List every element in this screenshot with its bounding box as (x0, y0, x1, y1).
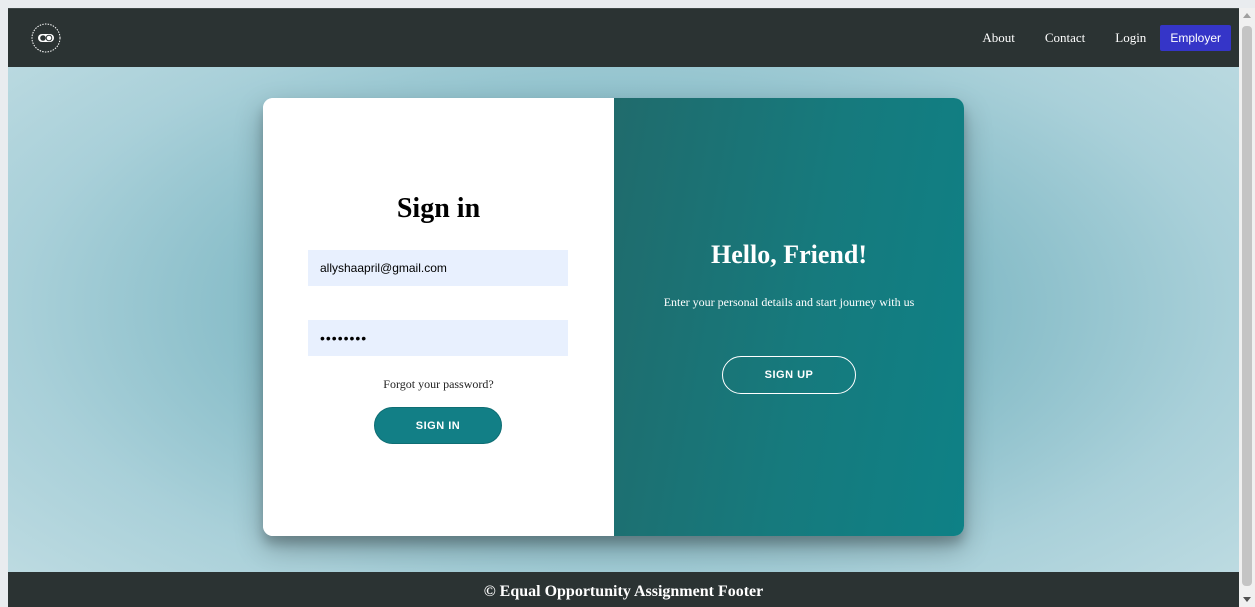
scroll-up-icon[interactable] (1243, 13, 1251, 18)
email-input[interactable] (308, 250, 568, 286)
forgot-password-link[interactable]: Forgot your password? (263, 377, 614, 392)
password-input[interactable] (308, 320, 568, 356)
sign-in-button[interactable]: SIGN IN (374, 407, 502, 444)
scroll-down-icon[interactable] (1243, 597, 1251, 602)
sign-in-title: Sign in (396, 193, 481, 224)
nav-links: About Contact Login Employer (952, 25, 1231, 51)
auth-card: Sign in Forgot your password? SIGN IN He… (263, 98, 964, 536)
sign-up-button[interactable]: SIGN UP (722, 356, 856, 394)
nav-link-about[interactable]: About (982, 30, 1015, 46)
navbar: About Contact Login Employer (8, 8, 1239, 67)
equal-opportunity-logo-icon[interactable] (30, 22, 62, 54)
welcome-title: Hello, Friend! (711, 240, 867, 269)
nav-link-contact[interactable]: Contact (1045, 30, 1085, 46)
vertical-scrollbar[interactable] (1239, 8, 1255, 607)
nav-link-login[interactable]: Login (1115, 30, 1146, 46)
page-footer: © Equal Opportunity Assignment Footer (8, 572, 1239, 607)
employer-button[interactable]: Employer (1160, 25, 1231, 51)
page-viewport: About Contact Login Employer Sign in For… (8, 8, 1239, 607)
welcome-panel: Hello, Friend! Enter your personal detai… (614, 98, 964, 536)
welcome-text: Enter your personal details and start jo… (663, 295, 915, 309)
sign-in-panel: Sign in Forgot your password? SIGN IN (263, 98, 614, 536)
scroll-thumb[interactable] (1242, 26, 1252, 586)
